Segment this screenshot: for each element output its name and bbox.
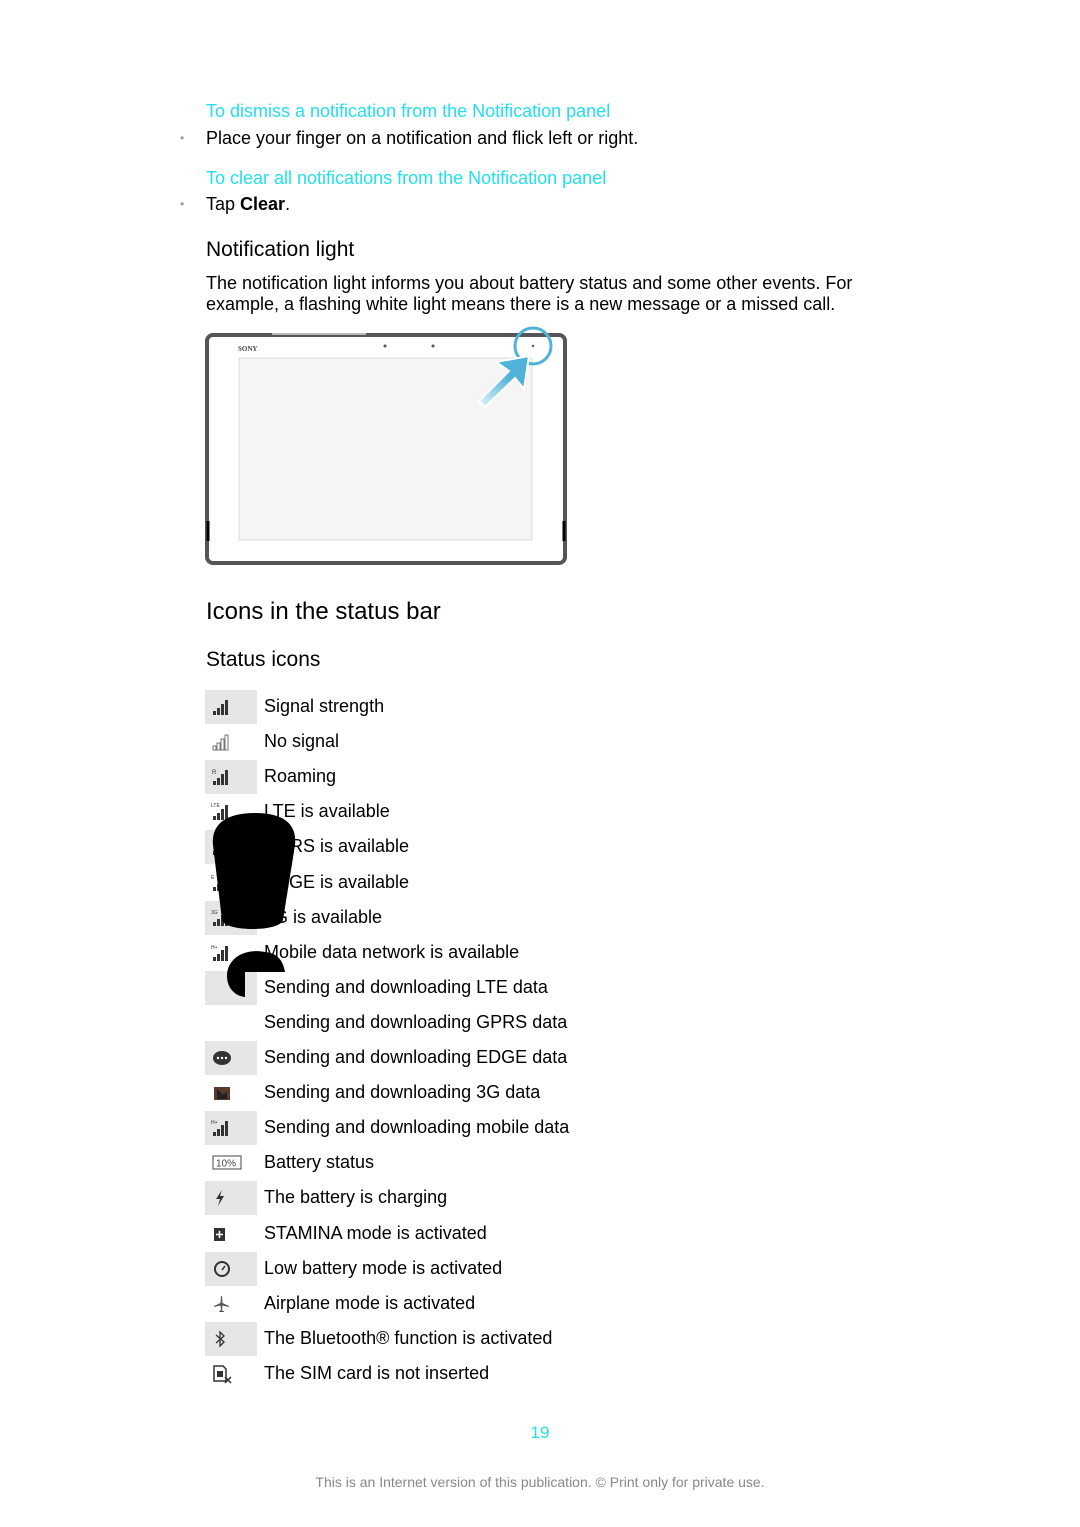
status-icon-label: Sending and downloading mobile data (264, 1117, 570, 1138)
clear-heading: To clear all notifications from the Noti… (206, 168, 607, 188)
status-icon-label: Sending and downloading EDGE data (264, 1047, 568, 1067)
page-number: 19 (530, 1423, 550, 1442)
low-battery-mode-icon (214, 1260, 230, 1277)
step-text: . (285, 194, 291, 214)
charging-icon (216, 1190, 224, 1207)
status-icon-label: The battery is charging (264, 1187, 448, 1208)
icon-cell (205, 1217, 257, 1251)
status-icon-row: Airplane mode is activated (205, 1287, 805, 1321)
status-icon-row: H+ Sending and downloading mobile data (205, 1111, 805, 1146)
status-icon-row: The battery is charging (205, 1181, 805, 1216)
status-icon-label: STAMINA mode is activated (264, 1222, 487, 1243)
document-page: To dismiss a notification from the Notif… (0, 0, 1080, 1527)
notification-light-title: Notification light (206, 238, 355, 261)
footer-notice: This is an Internet version of this publ… (315, 1474, 765, 1490)
status-icon-label: Sending and downloading LTE data (264, 976, 548, 997)
icon-cell (205, 1251, 257, 1286)
status-icon-label: No signal (264, 731, 340, 752)
status-icon-label: Low battery mode is activated (264, 1257, 503, 1278)
dismiss-heading: To dismiss a notification from the Notif… (206, 101, 611, 121)
status-icon-label: Airplane mode is activated (264, 1292, 476, 1313)
no-sim-icon (213, 1365, 232, 1384)
paragraph-line: example, a flashing white light means th… (206, 294, 836, 314)
status-icon-row: R Roaming (205, 760, 805, 795)
mobile-data-icon: H+ (211, 1120, 228, 1137)
icon-cell: H+ (205, 1111, 257, 1146)
icon-cell: R (205, 760, 257, 795)
brand-logo: SONY (238, 345, 257, 353)
icon-cell: 10% (205, 1146, 257, 1180)
dismiss-step: Place your finger on a notification and … (206, 128, 639, 148)
icon-cell (205, 1076, 257, 1110)
status-icon-label: Sending and downloading GPRS data (264, 1011, 568, 1032)
clear-step: Tap Clear. (206, 194, 290, 215)
stamina-icon (214, 1227, 225, 1241)
3g-data-icon (214, 1087, 230, 1101)
gprs-data-icon (211, 1013, 233, 1033)
icon-cell (205, 725, 257, 759)
status-icon-row: No signal (205, 725, 805, 759)
roaming-icon: R (212, 770, 228, 786)
status-icon-label: Signal strength (264, 696, 385, 716)
signal-strength-icon (213, 700, 228, 715)
icon-cell (205, 690, 257, 724)
status-icon-row: Sending and downloading 3G data (205, 1076, 805, 1110)
icon-cell (205, 1321, 257, 1356)
status-icon-row: Sending and downloading EDGE data (205, 1041, 805, 1075)
status-icon-label: Sending and downloading 3G data (264, 1082, 541, 1103)
svg-text:H+: H+ (211, 1120, 218, 1126)
icon-cell (205, 1041, 257, 1075)
battery-icon: 10% (212, 1155, 242, 1170)
icons-section-title: Icons in the status bar (206, 598, 441, 625)
status-icon-row: The SIM card is not inserted (205, 1357, 805, 1391)
paragraph-line: The notification light informs you about… (206, 273, 853, 293)
status-icon-label: Battery status (264, 1152, 375, 1173)
airplane-icon (214, 1295, 229, 1312)
icon-cell (205, 1287, 257, 1321)
status-icon-row: Sending and downloading GPRS data (205, 1006, 805, 1040)
bullet: • (180, 131, 185, 145)
status-icon-label: Roaming (264, 766, 337, 787)
bullet: • (180, 197, 185, 211)
black-occlusion-shape (212, 813, 296, 997)
status-icon-row: Low battery mode is activated (205, 1251, 805, 1286)
status-icon-row: 10% Battery status (205, 1146, 805, 1180)
notification-light-text: The notification light informs you about… (206, 273, 852, 315)
step-text: Tap (206, 194, 241, 214)
status-icon-row: The Bluetooth® function is activated (205, 1321, 805, 1356)
edge-data-icon (213, 1051, 231, 1065)
clear-term: Clear (240, 194, 286, 214)
status-icon-row: Signal strength (205, 690, 805, 724)
status-icons-title: Status icons (206, 648, 321, 671)
status-icon-label: The Bluetooth® function is activated (264, 1327, 553, 1348)
svg-text:LTE: LTE (211, 803, 220, 809)
icon-cell (205, 1181, 257, 1216)
no-signal-icon (212, 734, 229, 751)
status-icon-label: The SIM card is not inserted (264, 1362, 490, 1383)
tablet-illustration: SONY (205, 326, 567, 565)
svg-text:10%: 10% (216, 1159, 236, 1170)
icon-cell (205, 1006, 257, 1040)
icon-cell (205, 1357, 257, 1391)
status-icon-row: STAMINA mode is activated (205, 1217, 805, 1251)
bluetooth-icon (215, 1330, 225, 1348)
svg-text:R: R (212, 770, 217, 776)
